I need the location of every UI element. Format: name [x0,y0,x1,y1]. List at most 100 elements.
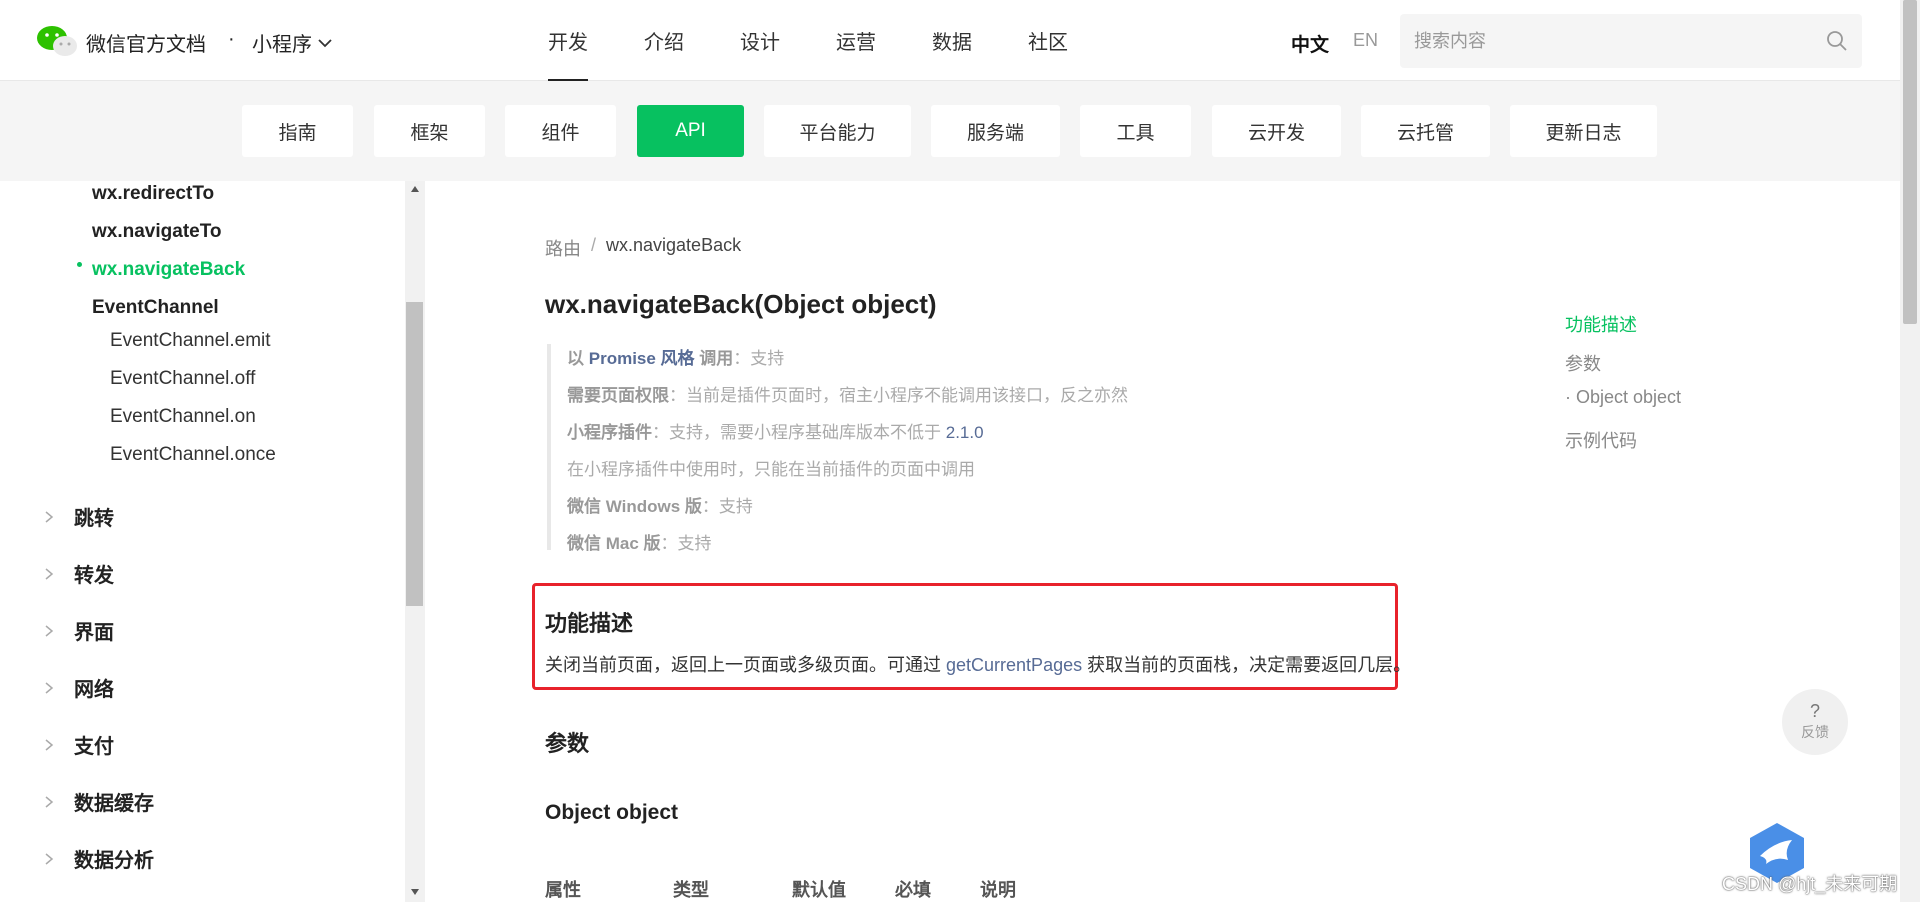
category-server[interactable]: 服务端 [931,105,1060,157]
search-icon[interactable] [1826,30,1848,52]
category-tools[interactable]: 工具 [1080,105,1191,157]
chevron-right-icon [45,738,54,751]
sidebar-group-label: 跳转 [74,508,114,530]
description-pre: 关闭当前页面，返回上一页面或多级页面。可通过 [545,655,941,675]
section-dropdown-label: 小程序 [252,34,312,56]
category-framework[interactable]: 框架 [374,105,485,157]
chevron-right-icon [45,795,54,808]
breadcrumb-current: wx.navigateBack [606,235,742,255]
breadcrumb-separator: / [591,235,597,255]
promise-style-link[interactable]: Promise 风格 [589,349,695,368]
description-post: 获取当前的页面栈，决定需要返回几层。 [1087,655,1412,675]
plugin-version-link[interactable]: 2.1.0 [946,423,984,442]
page-title: wx.navigateBack(Object object) [545,289,937,319]
window-scroll-thumb[interactable] [1903,0,1917,324]
scroll-down-arrow-icon[interactable] [411,889,419,895]
sidebar-group-label: 支付 [74,736,114,758]
sidebar-item-eventchannel-emit[interactable]: EventChannel.emit [110,330,271,352]
table-header-property: 属性 [545,880,581,900]
sidebar-scroll-thumb[interactable] [406,302,423,606]
sidebar-item-redirectto[interactable]: wx.redirectTo [92,183,214,205]
lang-chinese[interactable]: 中文 [1291,30,1329,57]
nav-data[interactable]: 数据 [932,0,972,81]
support-mac: 微信 Mac 版：支持 [567,529,712,554]
breadcrumb-parent[interactable]: 路由 [545,235,581,261]
nav-design[interactable]: 设计 [740,0,780,81]
scroll-up-arrow-icon[interactable] [411,186,419,192]
nav-dev[interactable]: 开发 [548,0,588,81]
search-box [1400,14,1862,68]
sidebar-group-label: 网络 [74,679,114,701]
category-guide[interactable]: 指南 [242,105,353,157]
support-mac-value: ：支持 [660,534,712,553]
nav-intro[interactable]: 介绍 [644,0,684,81]
search-input[interactable] [1414,14,1814,68]
sidebar-group-label: 转发 [74,565,114,587]
chevron-right-icon [45,681,54,694]
category-cloud-hosting[interactable]: 云托管 [1361,105,1490,157]
wechat-logo-icon[interactable] [36,24,78,58]
chevron-right-icon [45,567,54,580]
toc-object[interactable]: · Object object [1565,387,1681,408]
feedback-button[interactable]: ? 反馈 [1782,689,1848,755]
main-nav: 开发 介绍 设计 运营 数据 社区 [548,0,1124,81]
support-permission-label: 需要页面权限 [567,386,669,405]
support-windows-label: 微信 Windows 版 [567,497,702,516]
section-title-function: 功能描述 [545,611,634,636]
category-platform[interactable]: 平台能力 [764,105,911,157]
sidebar-group-storage[interactable]: 数据缓存 [44,787,154,816]
support-permission-value: ：当前是插件页面时，宿主小程序不能调用该接口，反之亦然 [669,386,1128,405]
question-icon: ? [1809,701,1820,721]
sidebar-group-network[interactable]: 网络 [44,673,114,702]
section-dropdown[interactable]: 小程序 [252,28,332,57]
top-header: 微信官方文档 · 小程序 开发 介绍 设计 运营 数据 社区 中文 EN [0,0,1900,81]
chevron-down-icon [318,38,332,47]
category-api[interactable]: API [637,105,744,157]
sidebar-item-eventchannel-on[interactable]: EventChannel.on [110,406,256,428]
support-windows: 微信 Windows 版：支持 [567,492,753,517]
category-components[interactable]: 组件 [505,105,616,157]
toc-params[interactable]: 参数 [1565,350,1601,376]
sidebar-item-navigateback[interactable]: wx.navigateBack [92,259,245,281]
lang-english[interactable]: EN [1353,30,1378,51]
toc-function[interactable]: 功能描述 [1565,311,1637,337]
function-description: 关闭当前页面，返回上一页面或多级页面。可通过 getCurrentPages 获… [545,651,1411,677]
sidebar-group-label: 数据分析 [74,850,154,872]
sidebar-item-eventchannel-off[interactable]: EventChannel.off [110,368,255,390]
category-changelog[interactable]: 更新日志 [1510,105,1657,157]
chevron-right-icon [45,624,54,637]
category-cloud-dev[interactable]: 云开发 [1212,105,1341,157]
nav-community[interactable]: 社区 [1028,0,1068,81]
support-mac-label: 微信 Mac 版 [567,534,661,553]
toc-example[interactable]: 示例代码 [1565,427,1637,453]
support-page-permission: 需要页面权限：当前是插件页面时，宿主小程序不能调用该接口，反之亦然 [567,381,1128,406]
active-dot-icon [77,262,82,267]
sidebar-group-label: 界面 [74,622,114,644]
sidebar-group-label: 数据缓存 [74,793,154,815]
breadcrumb: 路由 / wx.navigateBack [545,235,741,261]
sidebar-group-forward[interactable]: 转发 [44,559,114,588]
sidebar-group-analytics[interactable]: 数据分析 [44,844,154,873]
main-content: 路由 / wx.navigateBack wx.navigateBack(Obj… [425,181,1900,902]
sidebar-group-jump[interactable]: 跳转 [44,502,114,531]
brand-title[interactable]: 微信官方文档 [86,28,206,57]
sidebar-group-payment[interactable]: 支付 [44,730,114,759]
table-header-type: 类型 [673,880,709,900]
support-plugin: 小程序插件：支持，需要小程序基础库版本不低于 2.1.0 [567,418,984,443]
watermark: CSDN @hjt_未来可期 [1722,874,1898,894]
getcurrentpages-link[interactable]: getCurrentPages [946,655,1082,675]
params-subtitle: Object object [545,801,679,824]
nav-ops[interactable]: 运营 [836,0,876,81]
sidebar-item-navigateto[interactable]: wx.navigateTo [92,221,222,243]
support-plugin-note: 在小程序插件中使用时，只能在当前插件的页面中调用 [567,460,975,479]
support-promise-pre: 以 [567,349,584,368]
sidebar-item-eventchannel[interactable]: EventChannel [92,297,219,319]
sidebar-item-eventchannel-once[interactable]: EventChannel.once [110,444,276,466]
support-plugin-label: 小程序插件 [567,423,652,442]
support-plugin-value: ：支持，需要小程序基础库版本不低于 [652,423,941,442]
feedback-label: 反馈 [1801,724,1829,740]
table-header-description: 说明 [980,880,1016,900]
section-title-params: 参数 [545,731,590,756]
sidebar-group-ui[interactable]: 界面 [44,616,114,645]
support-windows-value: ：支持 [701,497,753,516]
